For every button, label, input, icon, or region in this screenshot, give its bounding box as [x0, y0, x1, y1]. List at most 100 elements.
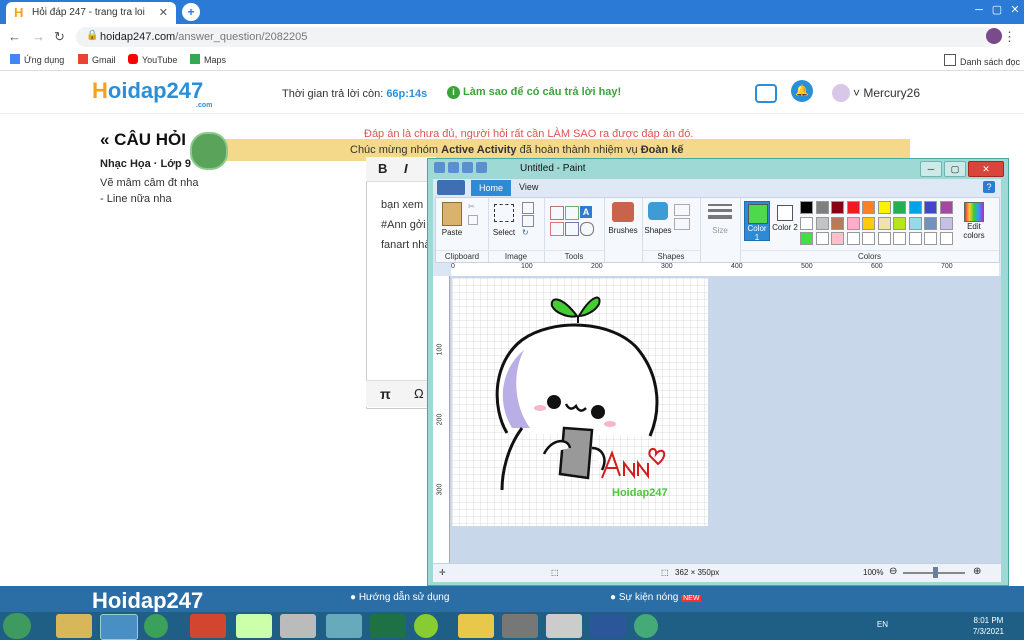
bold-button[interactable]: B — [378, 161, 387, 176]
rotate-icon[interactable]: ↻ — [522, 228, 532, 237]
italic-button[interactable]: I — [404, 161, 408, 176]
editor-content[interactable]: bạn xem #Ann gởi fanart nhà — [381, 195, 431, 255]
palette-swatch[interactable] — [939, 232, 953, 245]
forward-icon[interactable]: → — [32, 29, 45, 44]
color1-button[interactable]: Color 1 — [744, 201, 770, 242]
taskbar-notepad-icon[interactable] — [280, 614, 316, 638]
palette-swatch[interactable] — [939, 201, 953, 214]
copy-icon[interactable] — [468, 215, 478, 225]
taskbar-explorer-icon[interactable] — [56, 614, 92, 638]
palette-swatch[interactable] — [831, 216, 844, 230]
magnifier-icon[interactable] — [580, 222, 594, 236]
taskbar-chrome-icon[interactable] — [144, 614, 168, 638]
size-button[interactable]: Size — [700, 226, 740, 235]
bookmark-apps[interactable]: Ứng dụng — [10, 54, 64, 65]
palette-swatch[interactable] — [800, 216, 813, 230]
palette-swatch[interactable] — [862, 216, 875, 230]
site-logo[interactable]: Hoidap247 .com — [92, 78, 212, 109]
palette-swatch[interactable] — [877, 232, 891, 245]
palette-swatch[interactable] — [924, 201, 937, 214]
drawing-canvas[interactable]: Hoidap247 — [452, 278, 708, 526]
palette-swatch[interactable] — [877, 201, 891, 214]
taskbar-mic-icon[interactable] — [502, 614, 538, 638]
color2-button[interactable]: Color 2 — [772, 201, 798, 239]
palette-swatch[interactable] — [893, 201, 906, 214]
paint-minimize-button[interactable]: ─ — [920, 161, 942, 177]
taskbar-app-icon[interactable] — [236, 614, 272, 638]
taskbar-app2-icon[interactable] — [326, 614, 362, 638]
palette-swatch[interactable] — [800, 201, 813, 214]
taskbar-paint-icon[interactable] — [100, 614, 138, 640]
taskbar-chrome2-icon[interactable] — [634, 614, 658, 638]
palette-swatch[interactable] — [908, 201, 922, 214]
profile-avatar[interactable] — [986, 28, 1002, 44]
omega-button[interactable]: Ω — [414, 386, 424, 401]
palette-swatch[interactable] — [815, 201, 829, 214]
palette-swatch[interactable] — [862, 201, 875, 214]
fill-style-icon[interactable] — [674, 218, 690, 230]
crop-icon[interactable] — [522, 202, 534, 214]
palette-swatch[interactable] — [815, 216, 829, 230]
zoom-slider-thumb[interactable] — [933, 567, 938, 578]
text-icon[interactable]: A — [580, 206, 592, 218]
palette-swatch[interactable] — [846, 232, 860, 245]
eraser-icon[interactable] — [550, 222, 564, 236]
zoom-out-button[interactable]: ⊖ — [889, 566, 897, 577]
menu-kebab-icon[interactable]: ⋮ — [1003, 29, 1016, 45]
palette-swatch[interactable] — [846, 201, 860, 214]
palette-swatch[interactable] — [924, 232, 937, 245]
footer-guide-link[interactable]: ● Hướng dẫn sử dụng — [350, 592, 449, 603]
taskbar-word-icon[interactable] — [590, 614, 626, 638]
bookmark-gmail[interactable]: Gmail — [78, 54, 116, 65]
pi-button[interactable]: π — [380, 386, 391, 402]
taskbar-excel-icon[interactable] — [370, 614, 406, 638]
close-window-icon[interactable]: ✕ — [1006, 0, 1024, 20]
reload-icon[interactable]: ↻ — [54, 29, 65, 45]
palette-swatch[interactable] — [877, 216, 891, 230]
taskbar-folder-icon[interactable] — [458, 614, 494, 638]
taskbar-powerpoint-icon[interactable] — [190, 614, 226, 638]
tip-link[interactable]: i Làm sao để có câu trả lời hay! — [447, 86, 621, 99]
palette-swatch[interactable] — [800, 232, 813, 245]
select-button[interactable]: Select — [490, 228, 518, 237]
notification-bell-icon[interactable]: 🔔 — [791, 80, 813, 102]
tab-view[interactable]: View — [519, 182, 538, 192]
url-bar[interactable]: 🔒 hoidap247.com/answer_question/2082205 … — [76, 27, 1000, 47]
palette-swatch[interactable] — [846, 216, 860, 230]
tab-home[interactable]: Home — [471, 180, 511, 196]
reading-list[interactable]: Danh sách đọc — [944, 54, 1020, 67]
system-clock[interactable]: 8:01 PM 7/3/2021 — [973, 615, 1004, 637]
undo-icon[interactable] — [462, 162, 473, 173]
footer-events-link[interactable]: ● Sự kiện nóng NEW — [610, 592, 702, 603]
back-icon[interactable]: ← — [8, 29, 21, 44]
save-icon[interactable] — [448, 162, 459, 173]
palette-swatch[interactable] — [831, 232, 844, 245]
color-picker-icon[interactable] — [565, 222, 579, 236]
paste-button[interactable]: Paste — [438, 228, 466, 237]
browser-tab[interactable]: H Hỏi đáp 247 - trang tra loi ✕ — [6, 2, 176, 24]
pencil-icon[interactable] — [550, 206, 564, 220]
start-button[interactable] — [3, 613, 31, 639]
palette-swatch[interactable] — [862, 232, 875, 245]
cut-icon[interactable]: ✂ — [468, 202, 478, 211]
maximize-icon[interactable]: ▢ — [988, 0, 1006, 20]
palette-swatch[interactable] — [831, 201, 844, 214]
resize-icon[interactable] — [522, 215, 534, 227]
palette-swatch[interactable] — [893, 232, 906, 245]
redo-icon[interactable] — [476, 162, 487, 173]
paint-close-button[interactable]: ✕ — [968, 161, 1004, 177]
outline-icon[interactable] — [674, 204, 690, 216]
paint-maximize-button[interactable]: ▢ — [944, 161, 966, 177]
taskbar-app4-icon[interactable] — [546, 614, 582, 638]
palette-swatch[interactable] — [939, 216, 953, 230]
bookmark-maps[interactable]: Maps — [190, 54, 226, 65]
language-indicator[interactable]: EN — [877, 620, 888, 629]
palette-swatch[interactable] — [908, 232, 922, 245]
minimize-icon[interactable]: ─ — [970, 0, 988, 20]
file-menu-button[interactable] — [437, 180, 465, 195]
help-icon[interactable]: ? — [983, 181, 995, 193]
palette-swatch[interactable] — [815, 232, 829, 245]
fill-icon[interactable] — [565, 206, 579, 220]
palette-swatch[interactable] — [908, 216, 922, 230]
bookmark-youtube[interactable]: YouTube — [128, 54, 177, 65]
